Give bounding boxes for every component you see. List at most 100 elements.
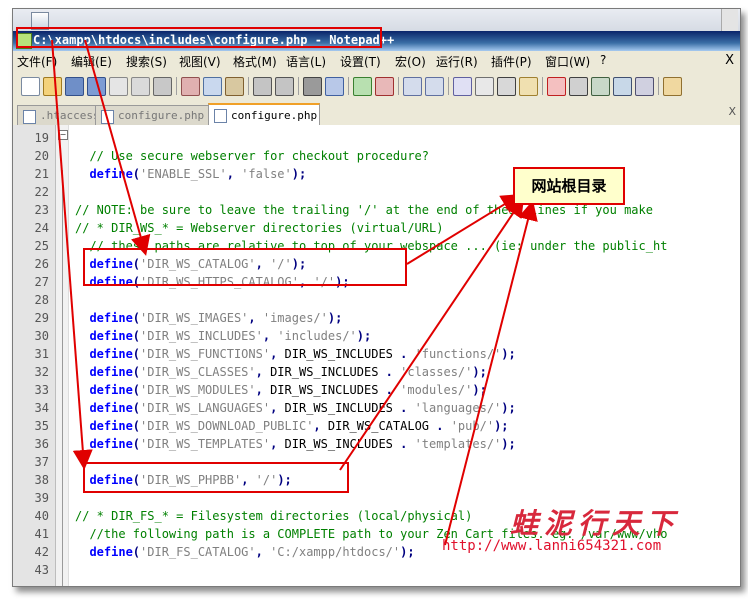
toolbar-separator: [658, 77, 659, 95]
tab-bar: .htaccess configure.php configure.php X: [13, 101, 740, 127]
code-token: );: [494, 419, 509, 433]
fold-toggle-icon[interactable]: −: [58, 130, 68, 140]
menu-window[interactable]: 窗口(W): [545, 53, 590, 70]
tab-configure-php-2[interactable]: configure.php: [208, 103, 320, 127]
code-line[interactable]: // NOTE: be sure to leave the trailing '…: [75, 203, 653, 217]
code-token: .: [400, 401, 415, 415]
save-icon[interactable]: [65, 77, 84, 96]
cut-icon[interactable]: [181, 77, 200, 96]
zoom-out-icon[interactable]: [375, 77, 394, 96]
menu-bar: 文件(F) 编辑(E) 搜索(S) 视图(V) 格式(M) 语言(L) 设置(T…: [13, 51, 740, 72]
code-token: );: [291, 167, 307, 181]
code-token: define: [75, 545, 133, 559]
line-number: 24: [34, 221, 49, 235]
fold-line: [62, 170, 63, 586]
stop-macro-icon[interactable]: [569, 77, 588, 96]
line-number: 23: [34, 203, 49, 217]
file-icon: [214, 109, 227, 123]
sync-vertical-icon[interactable]: [403, 77, 422, 96]
code-token: ,: [262, 329, 278, 343]
open-folder-icon[interactable]: [43, 77, 62, 96]
play-macro-icon[interactable]: [591, 77, 610, 96]
code-token: DIR_WS_INCLUDES: [284, 347, 401, 361]
redo-icon[interactable]: [275, 77, 294, 96]
code-token: ,: [248, 311, 263, 325]
menu-view[interactable]: 视图(V): [179, 53, 221, 70]
copy-icon[interactable]: [203, 77, 222, 96]
menu-help[interactable]: ?: [600, 53, 606, 67]
menu-edit[interactable]: 编辑(E): [71, 53, 112, 70]
line-number: 27: [34, 275, 49, 289]
line-number: 34: [34, 401, 49, 415]
paste-icon[interactable]: [225, 77, 244, 96]
user-define-icon[interactable]: [519, 77, 538, 96]
code-token: DIR_WS_INCLUDES: [284, 401, 401, 415]
close-tab-icon[interactable]: X: [728, 105, 736, 118]
title-bar[interactable]: C:\xampp\htdocs\includes\configure.php -…: [13, 31, 740, 51]
line-number: 21: [34, 167, 49, 181]
code-line[interactable]: define('DIR_WS_PHPBB', '/');: [75, 473, 292, 487]
code-line[interactable]: define('DIR_WS_CATALOG', '/');: [75, 257, 306, 271]
code-line[interactable]: define('ENABLE_SSL', 'false');: [75, 167, 306, 181]
code-token: .: [400, 437, 415, 451]
code-token: .: [385, 365, 401, 379]
code-token: (: [132, 419, 141, 433]
code-token: ,: [226, 167, 242, 181]
run-macro-multiple-icon[interactable]: [613, 77, 632, 96]
menu-plugins[interactable]: 插件(P): [491, 53, 532, 70]
scrollbar[interactable]: [721, 9, 738, 31]
print-icon[interactable]: [153, 77, 172, 96]
zoom-in-icon[interactable]: [353, 77, 372, 96]
code-line[interactable]: // * DIR_FS_* = Filesystem directories (…: [75, 509, 472, 523]
save-macro-icon[interactable]: [635, 77, 654, 96]
undo-icon[interactable]: [253, 77, 272, 96]
save-all-icon[interactable]: [87, 77, 106, 96]
close-all-icon[interactable]: [131, 77, 150, 96]
menu-run[interactable]: 运行(R): [436, 53, 478, 70]
code-line[interactable]: // these paths are relative to top of yo…: [75, 239, 667, 253]
code-line[interactable]: define('DIR_WS_IMAGES', 'images/');: [75, 311, 342, 325]
code-line[interactable]: //the following path is a COMPLETE path …: [75, 527, 667, 541]
code-line[interactable]: define('DIR_WS_FUNCTIONS', DIR_WS_INCLUD…: [75, 347, 515, 361]
menu-macro[interactable]: 宏(O): [395, 53, 426, 70]
code-line[interactable]: // * DIR_WS_* = Webserver directories (v…: [75, 221, 443, 235]
line-number: 42: [34, 545, 49, 559]
code-token: 'modules/': [400, 383, 473, 397]
code-token: define: [75, 437, 133, 451]
code-editor[interactable]: − 19 20 // Use secure webserver for check…: [13, 125, 740, 586]
line-number: 31: [34, 347, 49, 361]
code-line[interactable]: define('DIR_WS_DOWNLOAD_PUBLIC', DIR_WS_…: [75, 419, 509, 433]
code-line[interactable]: define('DIR_WS_TEMPLATES', DIR_WS_INCLUD…: [75, 437, 515, 451]
plugin-icon[interactable]: [663, 77, 682, 96]
tab-configure-php-1[interactable]: configure.php: [95, 105, 211, 125]
code-line[interactable]: // Use secure webserver for checkout pro…: [75, 149, 429, 163]
toolbar: [13, 71, 740, 102]
menu-settings[interactable]: 设置(T): [340, 53, 381, 70]
code-token: 'DIR_WS_IMAGES': [140, 311, 249, 325]
replace-icon[interactable]: [325, 77, 344, 96]
code-line[interactable]: define('DIR_WS_CLASSES', DIR_WS_INCLUDES…: [75, 365, 486, 379]
find-icon[interactable]: [303, 77, 322, 96]
menu-search[interactable]: 搜索(S): [126, 53, 167, 70]
sync-horizontal-icon[interactable]: [425, 77, 444, 96]
close-file-icon[interactable]: [109, 77, 128, 96]
tab-label: configure.php: [231, 109, 318, 122]
code-token: );: [277, 473, 292, 487]
close-document-icon[interactable]: X: [725, 53, 734, 68]
code-line[interactable]: define('DIR_WS_MODULES', DIR_WS_INCLUDES…: [75, 383, 486, 397]
record-macro-icon[interactable]: [547, 77, 566, 96]
code-token: (: [132, 347, 141, 361]
indent-guide-icon[interactable]: [497, 77, 516, 96]
show-all-chars-icon[interactable]: [475, 77, 494, 96]
new-file-icon[interactable]: [21, 77, 40, 96]
code-line[interactable]: define('DIR_WS_HTTPS_CATALOG', '/');: [75, 275, 349, 289]
menu-file[interactable]: 文件(F): [17, 53, 57, 70]
code-line[interactable]: define('DIR_FS_CATALOG', 'C:/xampp/htdoc…: [75, 545, 414, 559]
code-token: ,: [270, 401, 285, 415]
code-line[interactable]: define('DIR_WS_INCLUDES', 'includes/');: [75, 329, 371, 343]
code-token: (: [132, 329, 141, 343]
code-line[interactable]: define('DIR_WS_LANGUAGES', DIR_WS_INCLUD…: [75, 401, 515, 415]
word-wrap-icon[interactable]: [453, 77, 472, 96]
menu-format[interactable]: 格式(M): [233, 53, 277, 70]
menu-language[interactable]: 语言(L): [286, 53, 326, 70]
